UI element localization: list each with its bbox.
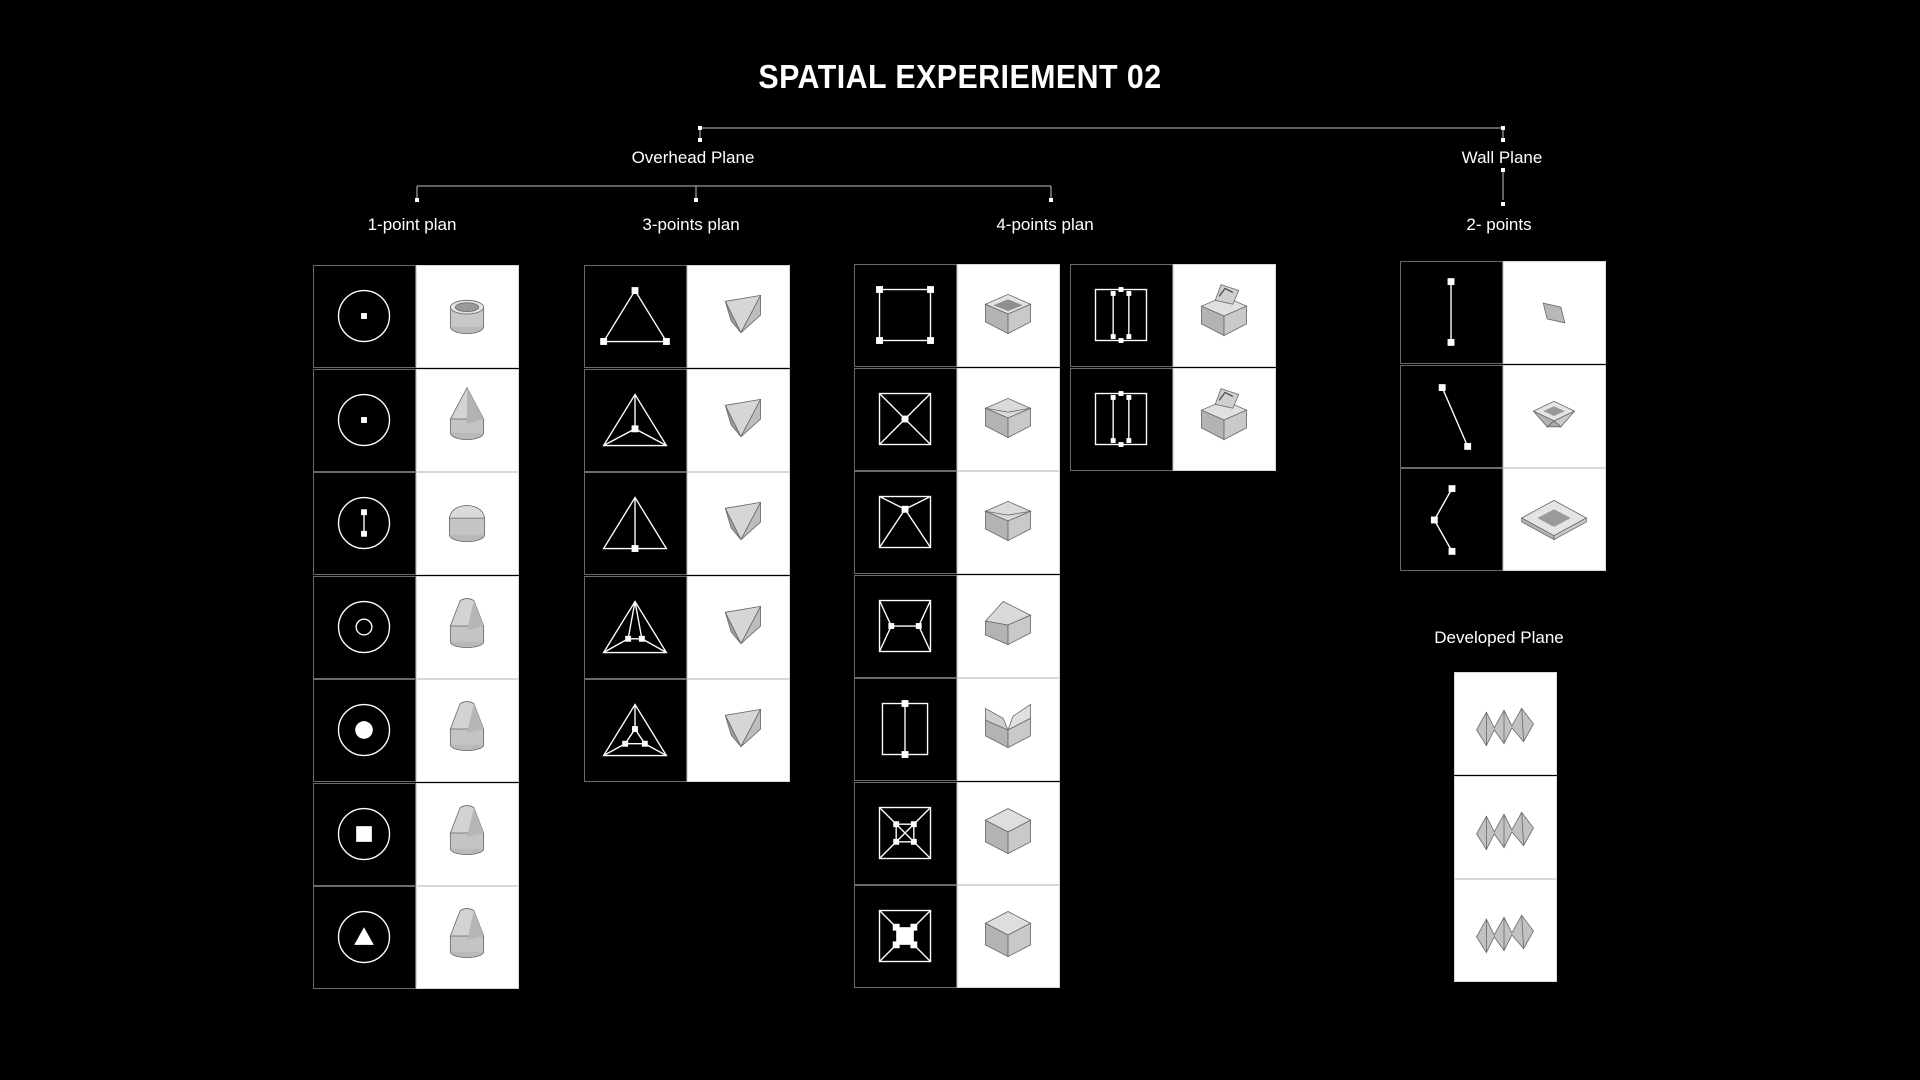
- box-hex-render: [957, 781, 1060, 885]
- triangle-inner-small-symbol: [584, 575, 687, 679]
- overhead-plane-label: Overhead Plane: [631, 148, 755, 167]
- triangle-center-symbol: [584, 368, 687, 472]
- folded-sheet-render: [1454, 672, 1557, 775]
- triangle-inner-y-symbol: [584, 679, 687, 782]
- tri-pyramid-render: [687, 368, 790, 472]
- tri-pyramid-render: [687, 575, 790, 679]
- square-x-center-symbol: [854, 367, 957, 471]
- developed-plane-label: Developed Plane: [1434, 628, 1564, 647]
- two-points-label: 2- points: [1466, 215, 1532, 234]
- circle-filled-square-symbol: [313, 782, 416, 886]
- hierarchy-tree: [415, 126, 1505, 206]
- circle-filled-triangle-symbol: [313, 886, 416, 989]
- flat-plane-render: [1503, 261, 1606, 364]
- four-points-plan-label: 4-points plan: [996, 215, 1094, 234]
- tri-pyramid-render: [687, 472, 790, 575]
- one-point-plan-label: 1-point plan: [367, 215, 457, 234]
- tri-pyramid-render: [687, 265, 790, 368]
- shallow-tray-render: [1503, 468, 1606, 571]
- open-tray-render: [1503, 364, 1606, 468]
- circle-inner-ring-symbol: [313, 575, 416, 679]
- circle-center-point-symbol: [313, 265, 416, 368]
- three-points-plan-label: 3-points plan: [642, 215, 740, 234]
- rounded-cone-render: [416, 782, 519, 886]
- box-peak-render: [957, 367, 1060, 471]
- square-x-filled-center-symbol: [854, 885, 957, 988]
- rounded-cone-render: [416, 679, 519, 782]
- rounded-cone-render: [416, 575, 519, 679]
- circle-filled-dot-symbol: [313, 679, 416, 782]
- circle-vertical-segment-symbol: [313, 472, 416, 575]
- line-vertical-symbol: [1400, 261, 1503, 364]
- square-dual-lines-symbol: [1070, 264, 1173, 367]
- circle-center-point-symbol: [313, 368, 416, 472]
- square-x-horizontal-symbol: [854, 574, 957, 678]
- square-x-top-symbol: [854, 471, 957, 574]
- line-diagonal-symbol: [1400, 364, 1503, 468]
- cone-render: [416, 368, 519, 472]
- box-flaps-render: [1173, 367, 1276, 471]
- tri-pyramid-render: [687, 679, 790, 782]
- triangle-bottom-symbol: [584, 472, 687, 575]
- triangle-corners-symbol: [584, 265, 687, 368]
- line-bent-symbol: [1400, 468, 1503, 571]
- wall-plane-label: Wall Plane: [1461, 148, 1543, 167]
- box-flaps-render: [1173, 264, 1276, 367]
- square-x-inner-square-symbol: [854, 781, 957, 885]
- box-tray-render: [957, 264, 1060, 367]
- box-hex-render: [957, 885, 1060, 988]
- box-fold-render: [957, 678, 1060, 781]
- square-vertical-symbol: [854, 678, 957, 781]
- dome-cylinder-render: [416, 472, 519, 575]
- folded-sheet-render: [1454, 775, 1557, 879]
- folded-sheet-render: [1454, 879, 1557, 982]
- square-dual-lines-symbol: [1070, 367, 1173, 471]
- cylinder-render: [416, 265, 519, 368]
- box-peak-render: [957, 471, 1060, 574]
- square-corners-symbol: [854, 264, 957, 367]
- box-gable-render: [957, 574, 1060, 678]
- rounded-cone-render: [416, 886, 519, 989]
